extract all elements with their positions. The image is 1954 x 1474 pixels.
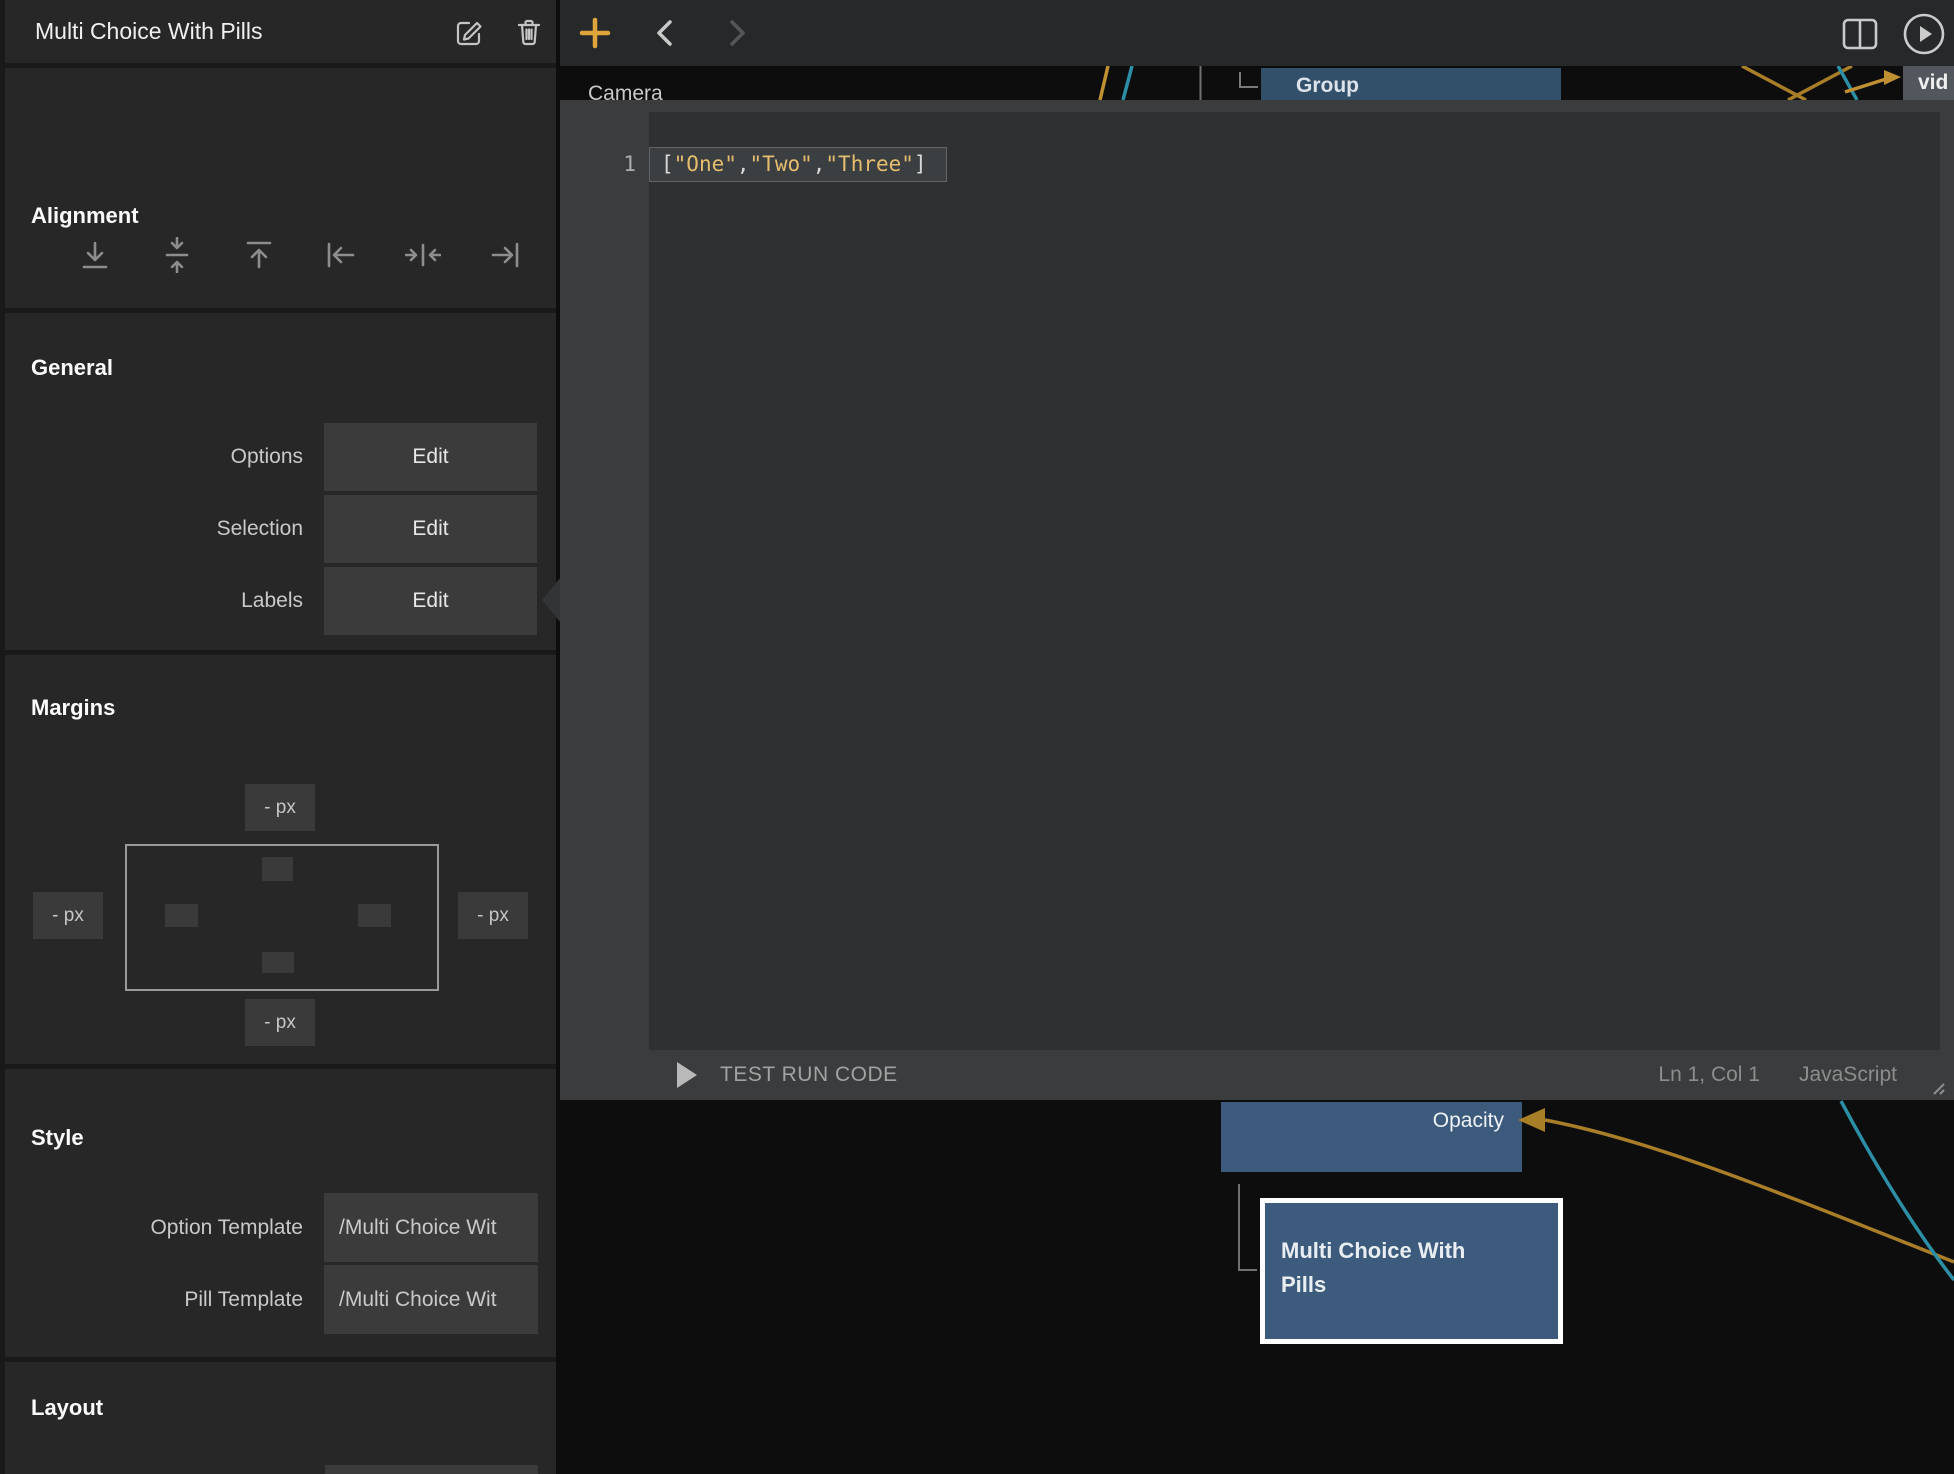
- graph-wires-top: [560, 66, 1954, 100]
- layout-section: Layout: [5, 1362, 556, 1474]
- margins-preview-box: [125, 844, 439, 991]
- chevron-left-icon: [652, 19, 680, 47]
- pill-template-label: Pill Template: [5, 1265, 303, 1334]
- labels-edit-button[interactable]: Edit: [324, 567, 537, 635]
- margin-right-handle[interactable]: [358, 904, 391, 927]
- margin-top-input[interactable]: - px: [245, 784, 315, 831]
- video-node-label: vid: [1918, 71, 1948, 95]
- code-bracket-close: ]: [914, 152, 927, 176]
- margins-section-title: Margins: [31, 695, 115, 721]
- align-vertical-center-icon: [159, 237, 195, 273]
- test-run-code-button[interactable]: TEST RUN CODE: [720, 1050, 898, 1100]
- code-comma: ,: [737, 152, 750, 176]
- style-section-title: Style: [31, 1125, 84, 1151]
- margin-bottom-handle[interactable]: [262, 952, 294, 973]
- split-view-button[interactable]: [1840, 14, 1880, 54]
- align-right-button[interactable]: [487, 237, 523, 273]
- split-view-icon: [1840, 14, 1880, 54]
- line-number: 1: [560, 147, 636, 182]
- margin-bottom-input[interactable]: - px: [245, 999, 315, 1046]
- group-node-label: Group: [1296, 74, 1359, 98]
- selection-edit-button[interactable]: Edit: [324, 495, 537, 563]
- pill-template-value[interactable]: /Multi Choice Wit: [324, 1265, 538, 1334]
- graph-wires-bottom: [560, 1100, 1954, 1474]
- language-label[interactable]: JavaScript: [1799, 1050, 1897, 1100]
- multi-choice-node-label-line1: Multi Choice With: [1281, 1234, 1465, 1268]
- code-string-one: "One": [674, 152, 737, 176]
- align-horizontal-center-icon: [405, 237, 441, 273]
- panel-header: Multi Choice With Pills: [5, 0, 556, 63]
- alignment-section: Alignment: [5, 68, 556, 308]
- forward-button[interactable]: [722, 19, 750, 47]
- options-label: Options: [5, 423, 303, 491]
- layout-section-title: Layout: [31, 1395, 103, 1421]
- align-top-button[interactable]: [241, 237, 277, 273]
- app-window: Multi Choice With Pills: [0, 0, 1954, 1474]
- style-section: Style Option Template /Multi Choice Wit …: [5, 1069, 556, 1357]
- multi-choice-node-label-line2: Pills: [1281, 1268, 1465, 1302]
- code-comma-2: ,: [813, 152, 826, 176]
- align-right-icon: [487, 237, 523, 273]
- code-line-1[interactable]: ["One","Two","Three"]: [649, 147, 947, 182]
- align-bottom-icon: [77, 237, 113, 273]
- margins-section: Margins - px - px - px - px: [5, 655, 556, 1064]
- plus-icon: [579, 17, 611, 49]
- labels-label: Labels: [5, 567, 303, 635]
- cursor-position: Ln 1, Col 1: [1658, 1050, 1760, 1100]
- trash-icon: [513, 16, 547, 48]
- chevron-right-icon: [722, 19, 750, 47]
- code-string-three: "Three": [825, 152, 914, 176]
- option-template-value[interactable]: /Multi Choice Wit: [324, 1193, 538, 1262]
- selection-label: Selection: [5, 495, 303, 563]
- run-icon: [677, 1062, 697, 1088]
- align-left-button[interactable]: [323, 237, 359, 273]
- align-vertical-center-button[interactable]: [159, 237, 195, 273]
- group-node[interactable]: Group: [1261, 68, 1561, 100]
- align-top-icon: [241, 237, 277, 273]
- play-circle-icon: [1902, 12, 1946, 56]
- alignment-section-title: Alignment: [31, 203, 139, 229]
- video-node[interactable]: vid: [1903, 66, 1954, 100]
- node-graph-top-strip[interactable]: Camera Group vid: [560, 66, 1954, 100]
- code-string-two: "Two": [750, 152, 813, 176]
- options-edit-button[interactable]: Edit: [324, 423, 537, 491]
- margin-top-handle[interactable]: [262, 857, 293, 881]
- properties-panel: Multi Choice With Pills: [0, 0, 556, 1474]
- multi-choice-with-pills-node[interactable]: Multi Choice With Pills: [1260, 1198, 1563, 1344]
- code-bracket-open: [: [661, 152, 674, 176]
- margin-left-input[interactable]: - px: [33, 892, 103, 939]
- multi-choice-node-label: Multi Choice With Pills: [1281, 1234, 1465, 1302]
- general-section: General Options Edit Selection Edit Labe…: [5, 313, 556, 650]
- rename-button[interactable]: [452, 15, 486, 49]
- delete-button[interactable]: [513, 15, 547, 49]
- popup-pointer: [542, 578, 560, 622]
- resize-grip[interactable]: [1928, 1078, 1946, 1096]
- run-preview-button[interactable]: [1902, 12, 1946, 56]
- add-node-button[interactable]: [579, 17, 611, 49]
- code-editor-popup: 1 ["One","Two","Three"] TEST RUN CODE Ln…: [560, 100, 1954, 1100]
- margin-right-input[interactable]: - px: [458, 892, 528, 939]
- layout-partial-control[interactable]: [325, 1465, 538, 1474]
- camera-node[interactable]: Camera: [588, 82, 663, 100]
- align-bottom-button[interactable]: [77, 237, 113, 273]
- node-graph-canvas[interactable]: Opacity Multi Choice With Pills: [560, 1100, 1954, 1474]
- option-template-label: Option Template: [5, 1193, 303, 1262]
- selected-node-title: Multi Choice With Pills: [35, 0, 263, 63]
- editor-footer: TEST RUN CODE Ln 1, Col 1 JavaScript: [560, 1050, 1954, 1100]
- graph-toolbar: [560, 0, 1954, 66]
- margin-left-handle[interactable]: [165, 904, 198, 927]
- back-button[interactable]: [652, 19, 680, 47]
- edit-icon: [452, 16, 486, 48]
- general-section-title: General: [31, 355, 113, 381]
- align-horizontal-center-button[interactable]: [405, 237, 441, 273]
- align-left-icon: [323, 237, 359, 273]
- code-editor-area[interactable]: [649, 112, 1940, 1050]
